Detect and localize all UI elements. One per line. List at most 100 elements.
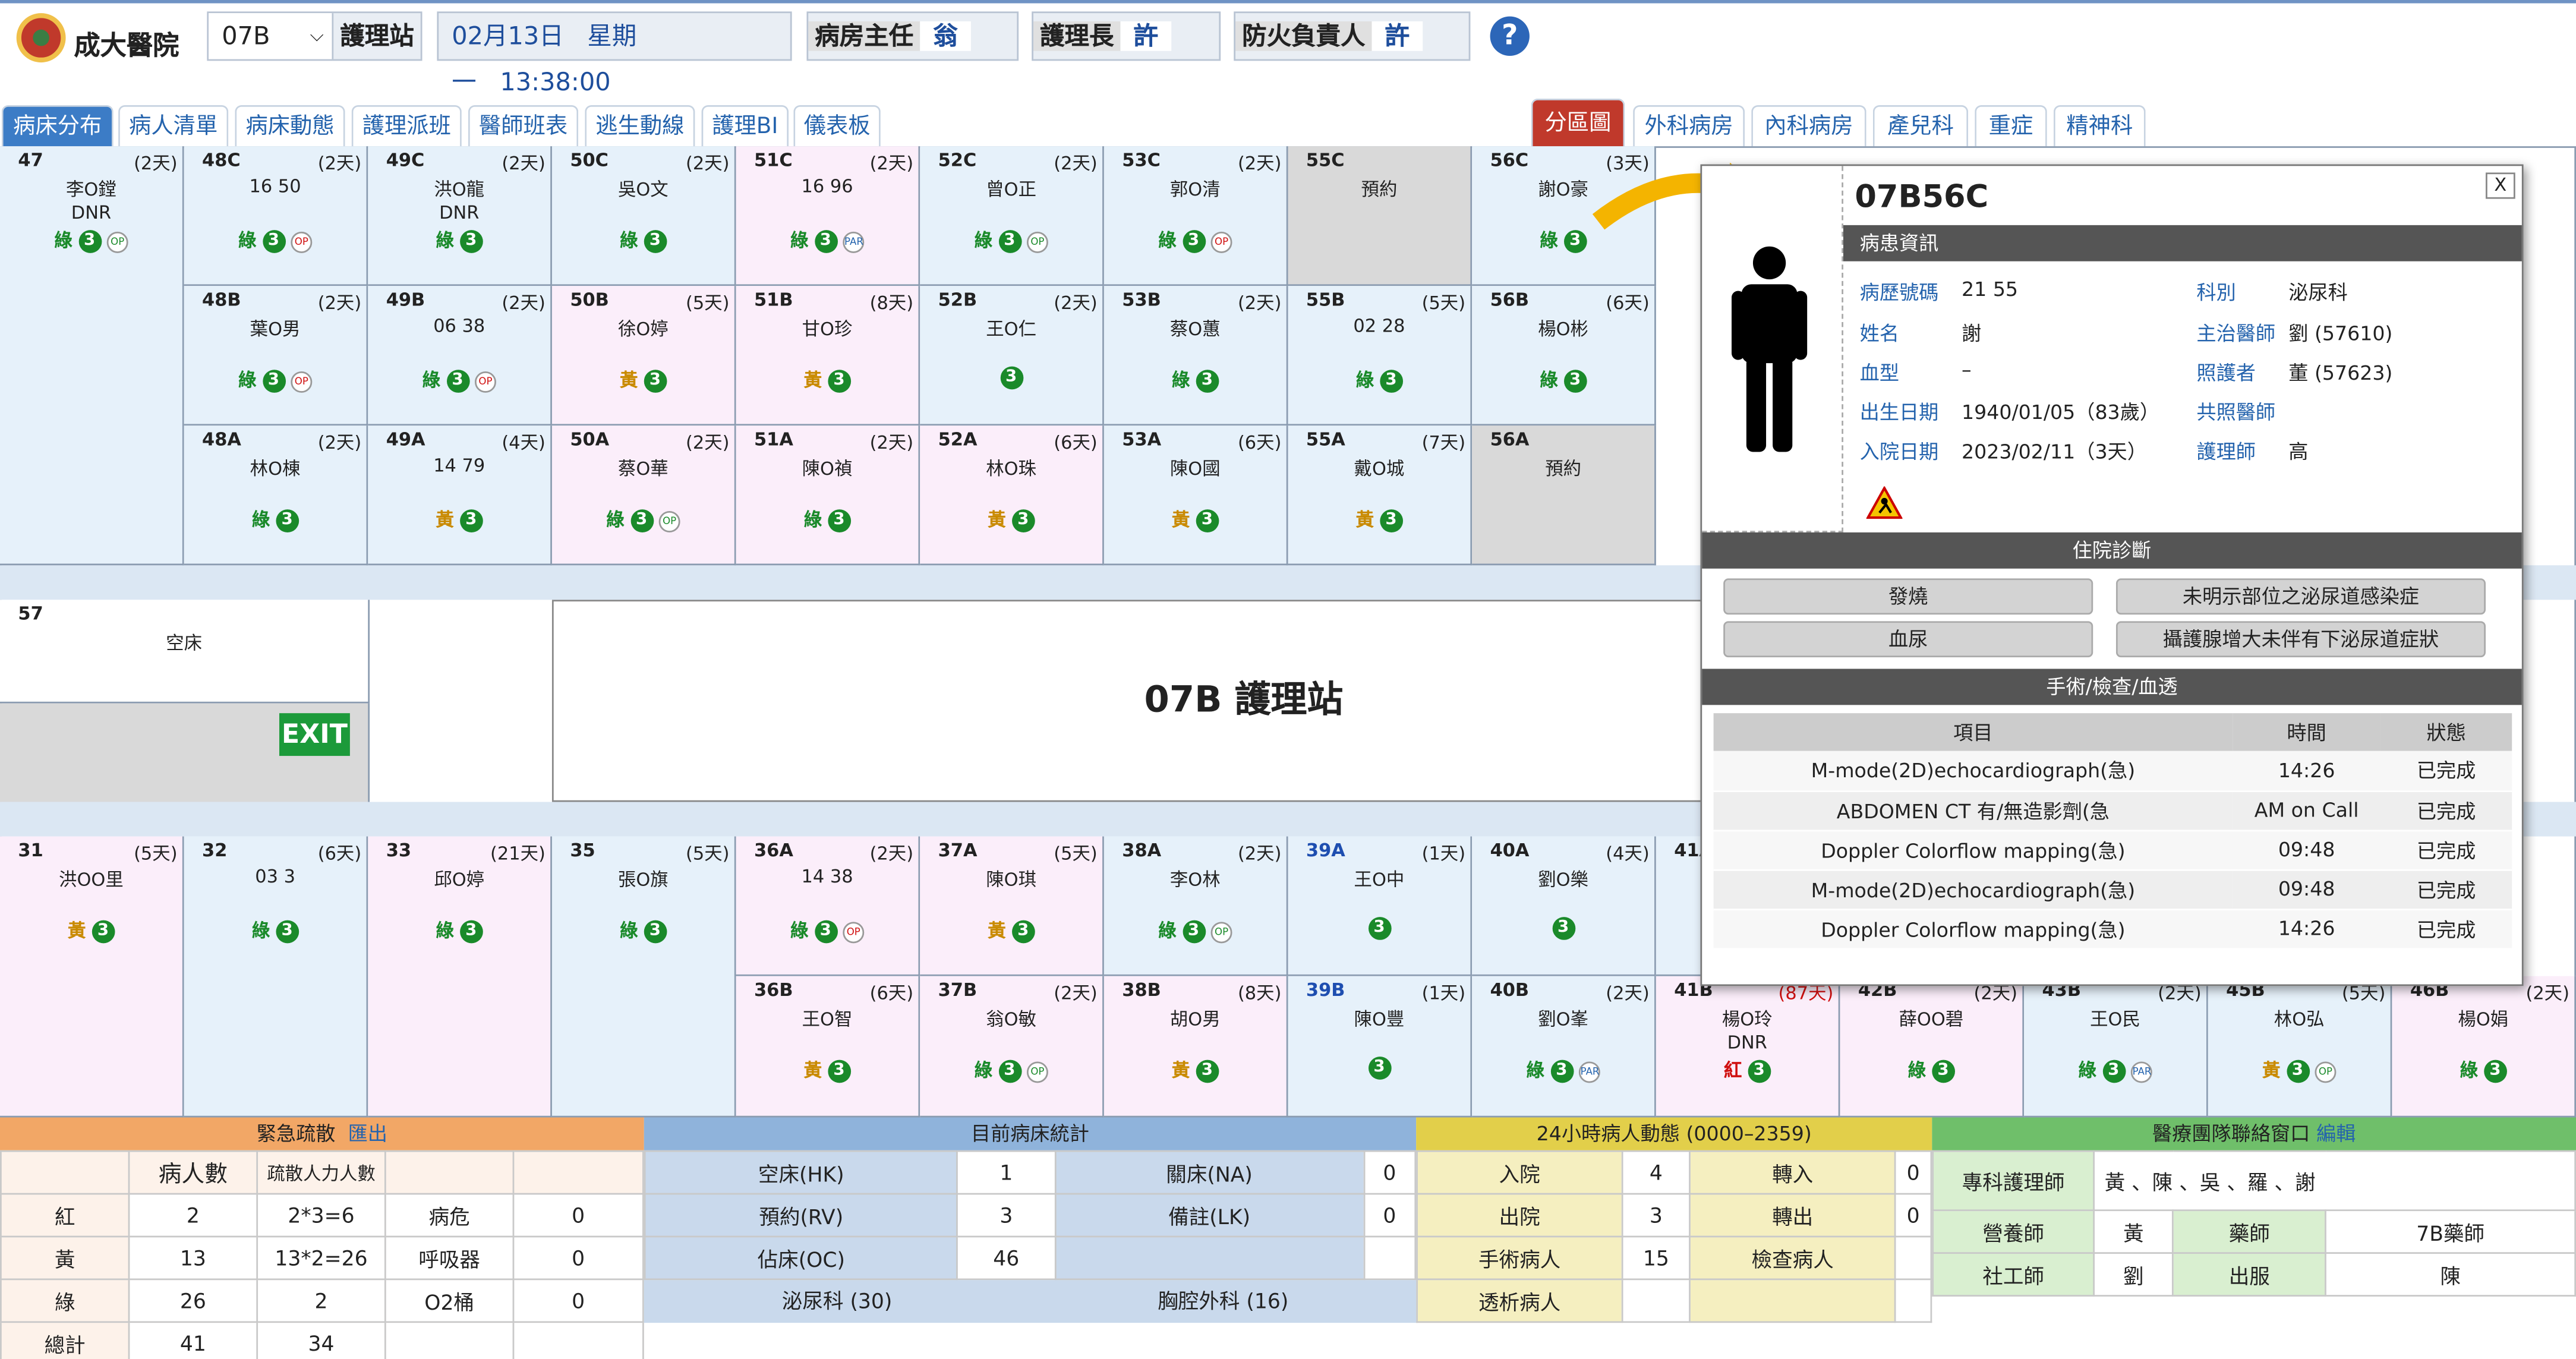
bed-cell-35[interactable]: 35 (5天) 張O旗綠 3	[551, 836, 736, 1118]
export-link[interactable]: 匯出	[348, 1122, 387, 1146]
bed-cell-37a[interactable]: 37A (5天) 陳O琪黃 3	[920, 836, 1104, 976]
bed-cell-57[interactable]: 57 空床	[0, 600, 370, 704]
bed-cell-33[interactable]: 33 (21天) 邱O婷綠 3	[368, 836, 552, 1118]
bed-cell-47[interactable]: 47 (2天) 李O鏜 DNR 綠 3 OP	[0, 146, 184, 566]
tab-bed-status[interactable]: 病床動態	[235, 105, 345, 148]
bed-number: 36A	[753, 840, 793, 862]
bed-cell-50b[interactable]: 50B (5天) 徐O婷黃 3	[551, 286, 736, 426]
chevron-down-icon[interactable]: ⌵	[310, 13, 332, 59]
bed-cell-46b[interactable]: 46B (2天) 楊O娟綠 3	[2392, 976, 2576, 1118]
bed-cell-56b[interactable]: 56B (6天) 楊O彬綠 3	[1472, 286, 1656, 426]
table-cell	[1894, 1235, 1932, 1281]
tab-nurse-assign[interactable]: 護理派班	[351, 105, 462, 148]
stay-days: (21天)	[490, 843, 546, 865]
tab-zone-map[interactable]: 分區圖	[1531, 98, 1625, 148]
triage-marks: 綠 3 PAR	[1472, 1057, 1654, 1083]
bed-cell-53b[interactable]: 53B (2天) 蔡O蕙綠 3	[1103, 286, 1288, 426]
fall-score-icon: 3	[827, 370, 851, 393]
help-icon[interactable]: ?	[1490, 16, 1530, 56]
bed-cell-53c[interactable]: 53C (2天) 郭O清綠 3 OP	[1103, 146, 1288, 286]
diagnosis-item[interactable]: 未明示部位之泌尿道感染症	[2115, 578, 2486, 615]
fall-score-icon: 3	[1367, 917, 1391, 940]
evacuation-title-bar: 緊急疏散 匯出	[0, 1117, 644, 1150]
bed-cell-48c[interactable]: 48C (2天) 16 50 綠 3 OP	[184, 146, 368, 286]
bed-cell-43b[interactable]: 43B (2天) 王O民綠 3 PAR	[2024, 976, 2208, 1118]
bed-cell-36a[interactable]: 36A (2天) 14 38 綠 3 OP	[736, 836, 920, 976]
bed-cell-36b[interactable]: 36B (6天) 王O智黃 3	[736, 976, 920, 1118]
tab-dashboard[interactable]: 儀表板	[793, 105, 881, 148]
bed-cell-38a[interactable]: 38A (2天) 李O林綠 3 OP	[1103, 836, 1288, 976]
diagnosis-item[interactable]: 攝護腺增大未伴有下泌尿道症狀	[2115, 621, 2486, 658]
op-icon: OP	[291, 231, 313, 253]
tab-doctor-schedule[interactable]: 醫師班表	[468, 105, 579, 148]
bed-cell-38b[interactable]: 38B (8天) 胡O男黃 3	[1103, 976, 1288, 1118]
ward-select[interactable]: 07B ⌵	[209, 13, 334, 59]
bed-cell-51b[interactable]: 51B (8天) 甘O珍黃 3	[736, 286, 920, 426]
bed-cell-53a[interactable]: 53A (6天) 陳O國黃 3	[1103, 425, 1288, 566]
bed-cell-52a[interactable]: 52A (6天) 林O珠黃 3	[920, 425, 1104, 566]
op-icon: OP	[1026, 1061, 1048, 1083]
bed-cell-50c[interactable]: 50C (2天) 吳O文綠 3	[551, 146, 736, 286]
stay-days: (5天)	[686, 292, 730, 314]
triage-marks: 黃 3	[920, 917, 1102, 944]
triage-marks: 綠 3	[1288, 367, 1471, 393]
bed-cell-52b[interactable]: 52B (2天) 王O仁 3	[920, 286, 1104, 426]
triage-marks: 綠 3 PAR	[2024, 1057, 2206, 1083]
dept-thoracic: 胸腔外科 (16)	[1158, 1288, 1289, 1313]
bed-number: 51C	[753, 149, 793, 171]
tab-nursing-bi[interactable]: 護理BI	[701, 105, 789, 148]
bed-cell-45b[interactable]: 45B (5天) 林O弘黃 3 OP	[2208, 976, 2392, 1118]
table-cell: 0	[1894, 1193, 1932, 1238]
stay-days: (6天)	[1237, 432, 1282, 454]
bed-cell-40b[interactable]: 40B (2天) 劉O峯綠 3 PAR	[1472, 976, 1656, 1118]
table-cell: 3	[1621, 1193, 1691, 1238]
bed-cell-55b[interactable]: 55B (5天) 02 28 綠 3	[1288, 286, 1473, 426]
edit-link[interactable]: 編輯	[2316, 1122, 2356, 1146]
bed-cell-49b[interactable]: 49B (2天) 06 38 綠 3 OP	[368, 286, 552, 426]
bed-cell-48a[interactable]: 48A (2天) 林O棟綠 3	[184, 425, 368, 566]
bed-cell-40a[interactable]: 40A (4天) 劉O樂 3	[1472, 836, 1656, 976]
bed-cell-48b[interactable]: 48B (2天) 葉O男綠 3 OP	[184, 286, 368, 426]
bed-cell-39a[interactable]: 39A (1天) 王O中 3	[1288, 836, 1473, 976]
tab-icu[interactable]: 重症	[1975, 105, 2047, 148]
patient-name: 翁O敏	[986, 1008, 1037, 1030]
bed-cell-49c[interactable]: 49C (2天) 洪O龍 DNR 綠 3	[368, 146, 552, 286]
par-icon: PAR	[2130, 1061, 2152, 1083]
bed-cell-39b[interactable]: 39B (1天) 陳O豐 3	[1288, 976, 1473, 1118]
table-cell: 0	[1363, 1193, 1417, 1238]
tab-patient-list[interactable]: 病人清單	[118, 105, 229, 148]
table-cell: 0	[512, 1235, 644, 1281]
stay-days: (7天)	[1421, 432, 1466, 454]
tab-medical[interactable]: 內科病房	[1751, 105, 1866, 148]
diagnosis-item[interactable]: 發燒	[1723, 578, 2093, 615]
bed-cell-32[interactable]: 32 (6天) 03 3 綠 3	[184, 836, 368, 1118]
bed-cell-52c[interactable]: 52C (2天) 曾O正綠 3 OP	[920, 146, 1104, 286]
patient-name: 劉O峯	[1538, 1008, 1588, 1030]
triage-level: 綠	[54, 230, 72, 252]
triage-marks: 3	[1288, 1057, 1471, 1080]
bed-cell-31[interactable]: 31 (5天) 洪OO里黃 3	[0, 836, 184, 1118]
fall-score-icon: 3	[1196, 509, 1219, 532]
diagnosis-item[interactable]: 血尿	[1723, 621, 2093, 658]
bed-cell-41b[interactable]: 41B (87天) 楊O玲 DNR 紅 3	[1656, 976, 1840, 1118]
attending: 劉 (57610)	[2288, 322, 2393, 345]
tab-surgical[interactable]: 外科病房	[1633, 105, 1745, 148]
bed-cell-56a[interactable]: 56A 預約	[1472, 425, 1656, 566]
bed-number: 39A	[1306, 840, 1345, 862]
bed-cell-50a[interactable]: 50A (2天) 蔡O華綠 3 OP	[551, 425, 736, 566]
ward-selector[interactable]: 07B ⌵ 護理站	[207, 11, 422, 61]
tab-escape-route[interactable]: 逃生動線	[585, 105, 695, 148]
bed-cell-51c[interactable]: 51C (2天) 16 96 綠 3 PAR	[736, 146, 920, 286]
bed-cell-51a[interactable]: 51A (2天) 陳O禎綠 3	[736, 425, 920, 566]
bed-cell-55a[interactable]: 55A (7天) 戴O城黃 3	[1288, 425, 1473, 566]
bed-cell-37b[interactable]: 37B (2天) 翁O敏綠 3 OP	[920, 976, 1104, 1118]
close-button[interactable]: X	[2485, 172, 2515, 199]
tab-bed-layout[interactable]: 病床分布	[1, 105, 113, 148]
bed-number: 53B	[1122, 289, 1161, 311]
bed-cell-49a[interactable]: 49A (4天) 14 79 黃 3	[368, 425, 552, 566]
bed-cell-42b[interactable]: 42B (2天) 薛OO碧綠 3	[1840, 976, 2025, 1118]
tab-ob-peds[interactable]: 產兒科	[1872, 105, 1969, 148]
bed-cell-55c[interactable]: 55C 預約	[1288, 146, 1473, 286]
table-cell: 手術病人	[1416, 1235, 1623, 1281]
tab-psychiatry[interactable]: 精神科	[2053, 105, 2146, 148]
